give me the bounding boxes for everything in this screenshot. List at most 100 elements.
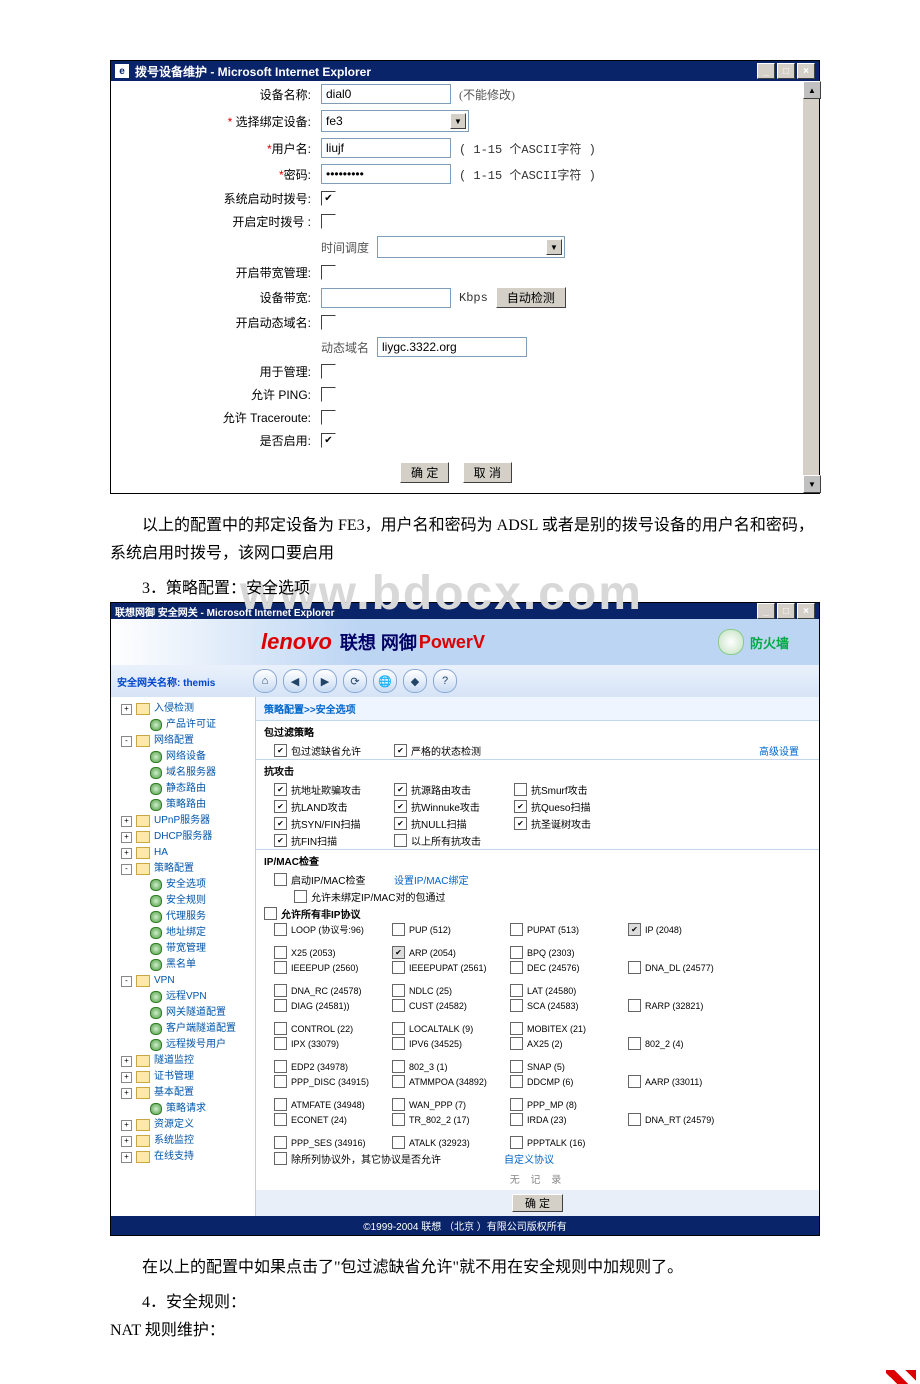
scroll-down[interactable]: ▼ bbox=[803, 475, 821, 493]
ipmac-enable-checkbox[interactable] bbox=[274, 873, 287, 886]
proto-checkbox[interactable] bbox=[274, 1098, 287, 1111]
device-name-input[interactable] bbox=[321, 84, 451, 104]
tree-node[interactable]: 策略路由 bbox=[113, 797, 253, 813]
proto-checkbox[interactable] bbox=[628, 999, 641, 1012]
proto-checkbox[interactable] bbox=[274, 946, 287, 959]
enabled-checkbox[interactable]: ✔ bbox=[321, 433, 336, 448]
ddns-checkbox[interactable] bbox=[321, 315, 336, 330]
expand-icon[interactable]: - bbox=[121, 736, 132, 747]
proto-checkbox[interactable] bbox=[392, 1022, 405, 1035]
proto-checkbox[interactable] bbox=[628, 1037, 641, 1050]
proto-checkbox[interactable] bbox=[628, 1075, 641, 1088]
tree-node[interactable]: 产品许可证 bbox=[113, 717, 253, 733]
proto-checkbox[interactable] bbox=[510, 1060, 523, 1073]
tree-node[interactable]: +基本配置 bbox=[113, 1085, 253, 1101]
proto-checkbox[interactable] bbox=[392, 1075, 405, 1088]
expand-icon[interactable]: - bbox=[121, 976, 132, 987]
proto-checkbox[interactable] bbox=[392, 923, 405, 936]
tree-node[interactable]: +证书管理 bbox=[113, 1069, 253, 1085]
tree-node[interactable]: +DHCP服务器 bbox=[113, 829, 253, 845]
proto-checkbox[interactable] bbox=[628, 1113, 641, 1126]
tree-node[interactable]: +资源定义 bbox=[113, 1117, 253, 1133]
proto-checkbox[interactable] bbox=[392, 1113, 405, 1126]
proto-checkbox[interactable] bbox=[392, 1037, 405, 1050]
tree-node[interactable]: +系统监控 bbox=[113, 1133, 253, 1149]
proto-checkbox[interactable] bbox=[274, 1136, 287, 1149]
custom-proto-link[interactable]: 自定义协议 bbox=[504, 1151, 554, 1166]
proto-checkbox[interactable] bbox=[392, 1136, 405, 1149]
except-checkbox[interactable] bbox=[274, 1152, 287, 1165]
tree-node[interactable]: 代理服务 bbox=[113, 909, 253, 925]
refresh-icon[interactable]: ⟳ bbox=[343, 669, 367, 693]
close-button[interactable]: × bbox=[797, 603, 815, 619]
tree-node[interactable]: 域名服务器 bbox=[113, 765, 253, 781]
back-icon[interactable]: ◀ bbox=[283, 669, 307, 693]
ok-button[interactable]: 确 定 bbox=[512, 1194, 563, 1212]
expand-icon[interactable]: + bbox=[121, 1136, 132, 1147]
maximize-button[interactable]: □ bbox=[777, 603, 795, 619]
dial-on-boot-checkbox[interactable]: ✔ bbox=[321, 191, 336, 206]
expand-icon[interactable]: + bbox=[121, 1088, 132, 1099]
globe-icon[interactable]: 🌐 bbox=[373, 669, 397, 693]
proto-checkbox[interactable] bbox=[510, 923, 523, 936]
proto-checkbox[interactable] bbox=[274, 984, 287, 997]
proto-checkbox[interactable] bbox=[274, 1060, 287, 1073]
auto-detect-button[interactable]: 自动检测 bbox=[496, 287, 566, 308]
ddns-domain-input[interactable] bbox=[377, 337, 527, 357]
proto-checkbox[interactable] bbox=[628, 961, 641, 974]
antiattack-checkbox[interactable]: ✔ bbox=[394, 800, 407, 813]
tree-node[interactable]: -网络配置 bbox=[113, 733, 253, 749]
ok-button[interactable]: 确 定 bbox=[400, 462, 449, 483]
tree-node[interactable]: 安全规则 bbox=[113, 893, 253, 909]
antiattack-checkbox[interactable]: ✔ bbox=[274, 800, 287, 813]
scroll-up[interactable]: ▲ bbox=[803, 81, 821, 99]
antiattack-checkbox[interactable]: ✔ bbox=[274, 834, 287, 847]
allow-traceroute-checkbox[interactable] bbox=[321, 410, 336, 425]
tool-icon[interactable]: ◆ bbox=[403, 669, 427, 693]
expand-icon[interactable]: + bbox=[121, 832, 132, 843]
username-input[interactable] bbox=[321, 138, 451, 158]
tree-node[interactable]: 远程拨号用户 bbox=[113, 1037, 253, 1053]
tree-node[interactable]: +在线支持 bbox=[113, 1149, 253, 1165]
antiattack-checkbox[interactable]: ✔ bbox=[274, 817, 287, 830]
tree-node[interactable]: 安全选项 bbox=[113, 877, 253, 893]
proto-checkbox[interactable] bbox=[510, 1022, 523, 1035]
proto-checkbox[interactable] bbox=[392, 961, 405, 974]
strict-state-checkbox[interactable]: ✔ bbox=[394, 744, 407, 757]
expand-icon[interactable]: + bbox=[121, 1152, 132, 1163]
scrollbar[interactable]: ▲ ▼ bbox=[803, 81, 819, 493]
antiattack-checkbox[interactable]: ✔ bbox=[394, 783, 407, 796]
proto-checkbox[interactable] bbox=[510, 1037, 523, 1050]
proto-checkbox[interactable] bbox=[510, 999, 523, 1012]
antiattack-checkbox[interactable]: ✔ bbox=[274, 783, 287, 796]
for-manage-checkbox[interactable] bbox=[321, 364, 336, 379]
proto-checkbox[interactable] bbox=[274, 999, 287, 1012]
device-bw-input[interactable] bbox=[321, 288, 451, 308]
expand-icon[interactable]: + bbox=[121, 1072, 132, 1083]
proto-checkbox[interactable] bbox=[392, 999, 405, 1012]
cancel-button[interactable]: 取 消 bbox=[463, 462, 512, 483]
expand-icon[interactable]: + bbox=[121, 1120, 132, 1131]
tree-node[interactable]: 网关隧道配置 bbox=[113, 1005, 253, 1021]
tree-node[interactable]: +入侵检测 bbox=[113, 701, 253, 717]
expand-icon[interactable]: + bbox=[121, 1056, 132, 1067]
filter-default-allow-checkbox[interactable]: ✔ bbox=[274, 744, 287, 757]
bind-device-select[interactable]: fe3 ▼ bbox=[321, 110, 469, 132]
proto-checkbox[interactable] bbox=[392, 984, 405, 997]
tree-node[interactable]: 远程VPN bbox=[113, 989, 253, 1005]
password-input[interactable] bbox=[321, 164, 451, 184]
tree-node[interactable]: 黑名单 bbox=[113, 957, 253, 973]
allow-ping-checkbox[interactable] bbox=[321, 387, 336, 402]
proto-checkbox[interactable] bbox=[274, 1022, 287, 1035]
timed-dial-checkbox[interactable] bbox=[321, 214, 336, 229]
ipmac-bind-link[interactable]: 设置IP/MAC绑定 bbox=[394, 872, 468, 887]
tree-node[interactable]: 静态路由 bbox=[113, 781, 253, 797]
expand-icon[interactable]: - bbox=[121, 864, 132, 875]
bandwidth-mgmt-checkbox[interactable] bbox=[321, 265, 336, 280]
proto-checkbox[interactable] bbox=[392, 1060, 405, 1073]
tree-node[interactable]: -VPN bbox=[113, 973, 253, 989]
proto-checkbox[interactable] bbox=[274, 1075, 287, 1088]
tree-node[interactable]: 网络设备 bbox=[113, 749, 253, 765]
tree-node[interactable]: 策略请求 bbox=[113, 1101, 253, 1117]
advanced-settings-link[interactable]: 高级设置 bbox=[759, 743, 799, 758]
